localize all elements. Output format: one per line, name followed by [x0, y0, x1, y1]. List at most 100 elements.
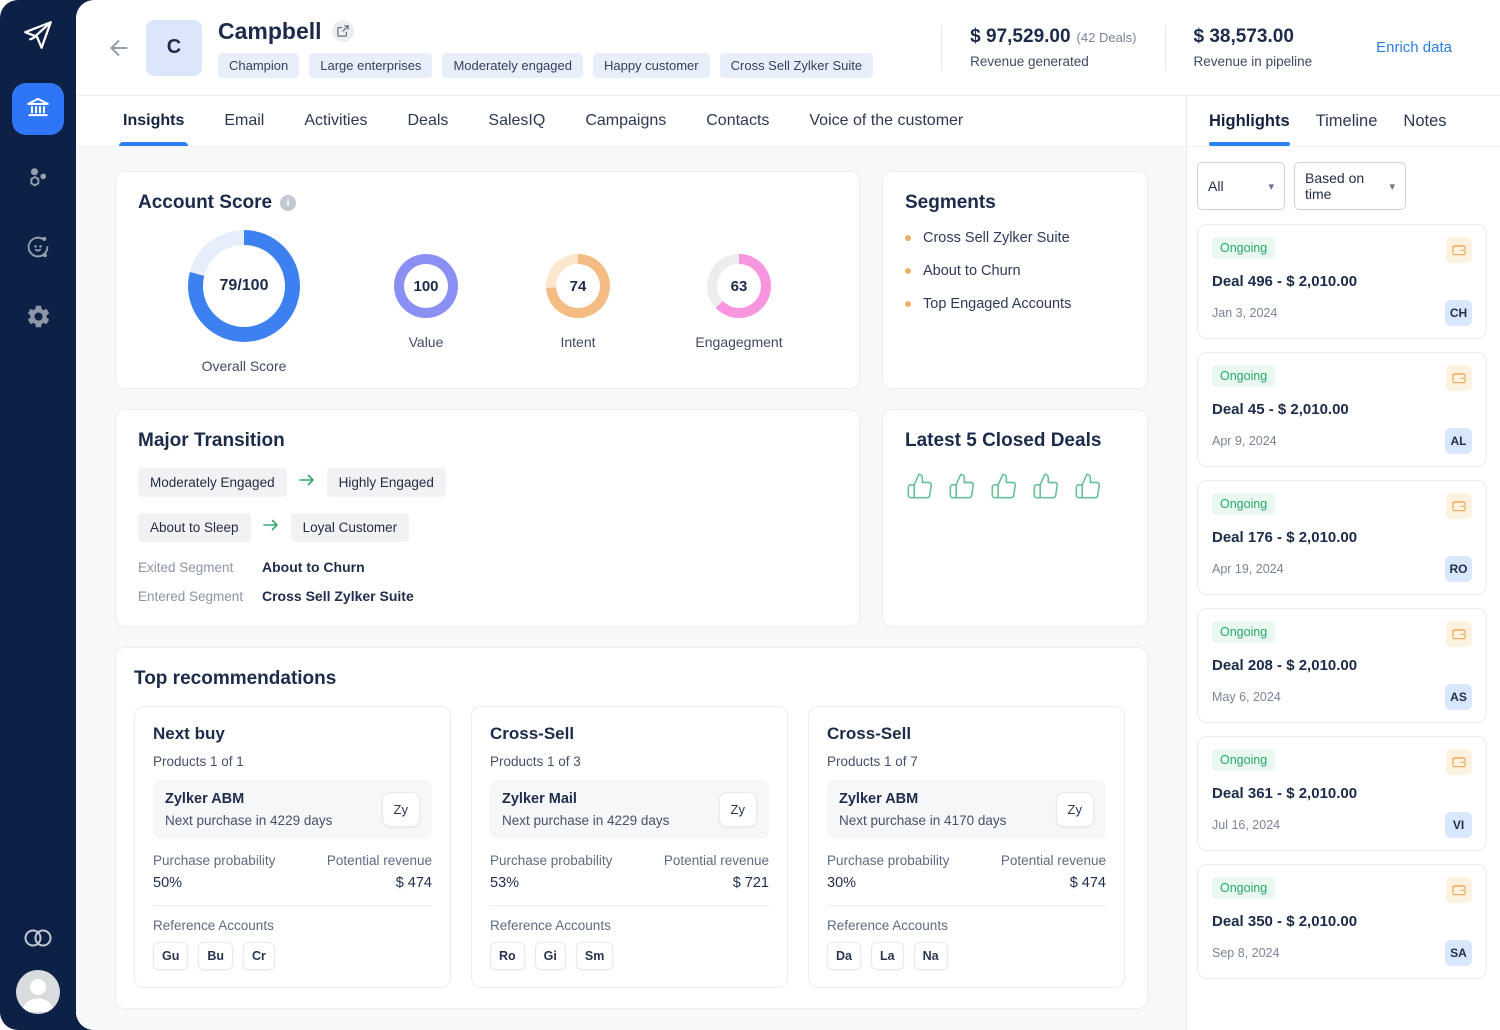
bullet-dot-icon: [905, 235, 911, 241]
product-name: Zylker ABM: [165, 791, 332, 807]
recommendation-card-next-buy: Next buy Products 1 of 1 Zylker ABM Next…: [134, 706, 451, 988]
record-header: C Campbell Champion Large enterprises Mo…: [76, 0, 1500, 96]
purchase-probability-value: 30%: [827, 875, 949, 891]
reference-account-chip[interactable]: Cr: [243, 942, 275, 970]
deal-title: Deal 208 - $ 2,010.00: [1212, 657, 1472, 674]
entered-segment-value: Cross Sell Zylker Suite: [262, 588, 414, 604]
tag-chip: Moderately engaged: [442, 53, 583, 78]
deal-card[interactable]: Ongoing Deal 361 - $ 2,010.00 Jul 16, 20…: [1197, 736, 1487, 851]
potential-revenue-value: $ 474: [1001, 875, 1106, 891]
revenue-generated-stat: $ 97,529.00(42 Deals) Revenue generated: [941, 26, 1164, 69]
insights-scroll-area: Account Score i 79/100 Overall Score 100: [76, 147, 1186, 1030]
owner-initials-badge: AS: [1445, 684, 1472, 710]
tab-deals[interactable]: Deals: [407, 96, 448, 146]
info-icon[interactable]: i: [280, 195, 296, 211]
wallet-icon: [1446, 749, 1472, 775]
user-avatar[interactable]: [16, 970, 60, 1014]
tab-campaigns[interactable]: Campaigns: [585, 96, 666, 146]
deal-card[interactable]: Ongoing Deal 176 - $ 2,010.00 Apr 19, 20…: [1197, 480, 1487, 595]
reference-account-chip[interactable]: La: [871, 942, 904, 970]
owner-initials-badge: VI: [1445, 812, 1472, 838]
reference-account-chip[interactable]: Ro: [490, 942, 525, 970]
product-row[interactable]: Zylker ABM Next purchase in 4170 days Zy: [827, 780, 1106, 839]
recommendation-card-cross-sell-1: Cross-Sell Products 1 of 3 Zylker Mail N…: [471, 706, 788, 988]
purchase-probability-label: Purchase probability: [490, 853, 612, 868]
reference-account-chip[interactable]: Na: [914, 942, 948, 970]
deal-card[interactable]: Ongoing Deal 350 - $ 2,010.00 Sep 8, 202…: [1197, 864, 1487, 979]
product-row[interactable]: Zylker Mail Next purchase in 4229 days Z…: [490, 780, 769, 839]
thumbs-up-icon[interactable]: [905, 472, 935, 505]
closed-deal-thumbs: [905, 472, 1125, 505]
owner-initials-badge: CH: [1445, 300, 1472, 326]
transition-to-chip: Loyal Customer: [291, 513, 410, 542]
account-score-title: Account Score: [138, 192, 272, 214]
segment-item[interactable]: Cross Sell Zylker Suite: [905, 230, 1125, 246]
donut-label: Overall Score: [202, 358, 287, 374]
sidebar-item-personas[interactable]: [12, 223, 64, 275]
account-avatar: C: [146, 20, 202, 76]
account-tags: Champion Large enterprises Moderately en…: [218, 53, 873, 78]
products-counter: Products 1 of 7: [827, 754, 1106, 769]
sidebar-item-settings[interactable]: [12, 293, 64, 345]
segment-item[interactable]: Top Engaged Accounts: [905, 296, 1125, 312]
tab-activities[interactable]: Activities: [304, 96, 367, 146]
status-badge: Ongoing: [1212, 493, 1275, 515]
products-counter: Products 1 of 3: [490, 754, 769, 769]
reference-account-chip[interactable]: Gu: [153, 942, 188, 970]
app-logo[interactable]: [21, 18, 55, 57]
tab-timeline[interactable]: Timeline: [1316, 96, 1378, 146]
status-badge: Ongoing: [1212, 237, 1275, 259]
purchase-probability-label: Purchase probability: [827, 853, 949, 868]
status-badge: Ongoing: [1212, 365, 1275, 387]
deal-card[interactable]: Ongoing Deal 496 - $ 2,010.00 Jan 3, 202…: [1197, 224, 1487, 339]
zoho-rings-icon: [20, 927, 56, 954]
open-record-button[interactable]: [332, 20, 354, 42]
product-name: Zylker Mail: [502, 791, 669, 807]
recommendation-type: Cross-Sell: [827, 724, 1106, 744]
filter-sort-dropdown[interactable]: Based on time▾: [1294, 162, 1406, 210]
tab-highlights[interactable]: Highlights: [1209, 96, 1290, 146]
back-button[interactable]: [106, 35, 132, 61]
sidebar-item-accounts[interactable]: [12, 83, 64, 135]
chevron-down-icon: ▾: [1268, 180, 1274, 193]
exited-segment-value: About to Churn: [262, 559, 365, 575]
app-window: C Campbell Champion Large enterprises Mo…: [0, 0, 1500, 1030]
reference-account-chip[interactable]: Bu: [198, 942, 233, 970]
segment-item[interactable]: About to Churn: [905, 263, 1125, 279]
tab-contacts[interactable]: Contacts: [706, 96, 769, 146]
tab-voice-of-customer[interactable]: Voice of the customer: [809, 96, 963, 146]
deal-date: Apr 19, 2024: [1212, 562, 1284, 576]
deal-card[interactable]: Ongoing Deal 208 - $ 2,010.00 May 6, 202…: [1197, 608, 1487, 723]
reference-account-chip[interactable]: Sm: [576, 942, 613, 970]
potential-revenue-label: Potential revenue: [664, 853, 769, 868]
deal-list: Ongoing Deal 496 - $ 2,010.00 Jan 3, 202…: [1187, 224, 1500, 989]
enrich-data-link[interactable]: Enrich data: [1376, 39, 1452, 56]
thumbs-up-icon[interactable]: [989, 472, 1019, 505]
product-row[interactable]: Zylker ABM Next purchase in 4229 days Zy: [153, 780, 432, 839]
segments-card: Segments Cross Sell Zylker Suite About t…: [882, 171, 1148, 389]
donut-label: Intent: [560, 334, 595, 350]
tab-insights[interactable]: Insights: [123, 96, 184, 146]
reference-account-chip[interactable]: Da: [827, 942, 861, 970]
wallet-icon: [1446, 621, 1472, 647]
deal-date: May 6, 2024: [1212, 690, 1281, 704]
revenue-generated-label: Revenue generated: [970, 54, 1136, 69]
purchase-probability-value: 50%: [153, 875, 275, 891]
deal-card[interactable]: Ongoing Deal 45 - $ 2,010.00 Apr 9, 2024…: [1197, 352, 1487, 467]
potential-revenue-label: Potential revenue: [327, 853, 432, 868]
thumbs-up-icon[interactable]: [1073, 472, 1103, 505]
potential-revenue-label: Potential revenue: [1001, 853, 1106, 868]
reference-account-chip[interactable]: Gi: [535, 942, 566, 970]
transition-from-chip: About to Sleep: [138, 513, 251, 542]
wallet-icon: [1446, 877, 1472, 903]
thumbs-up-icon[interactable]: [1031, 472, 1061, 505]
tab-notes[interactable]: Notes: [1403, 96, 1446, 146]
tab-salesiq[interactable]: SalesIQ: [488, 96, 545, 146]
tab-email[interactable]: Email: [224, 96, 264, 146]
filter-type-dropdown[interactable]: All▾: [1197, 162, 1285, 210]
status-badge: Ongoing: [1212, 877, 1275, 899]
major-transition-title: Major Transition: [138, 430, 837, 452]
thumbs-up-icon[interactable]: [947, 472, 977, 505]
reference-accounts-label: Reference Accounts: [490, 918, 769, 933]
sidebar-item-segments[interactable]: [12, 153, 64, 205]
